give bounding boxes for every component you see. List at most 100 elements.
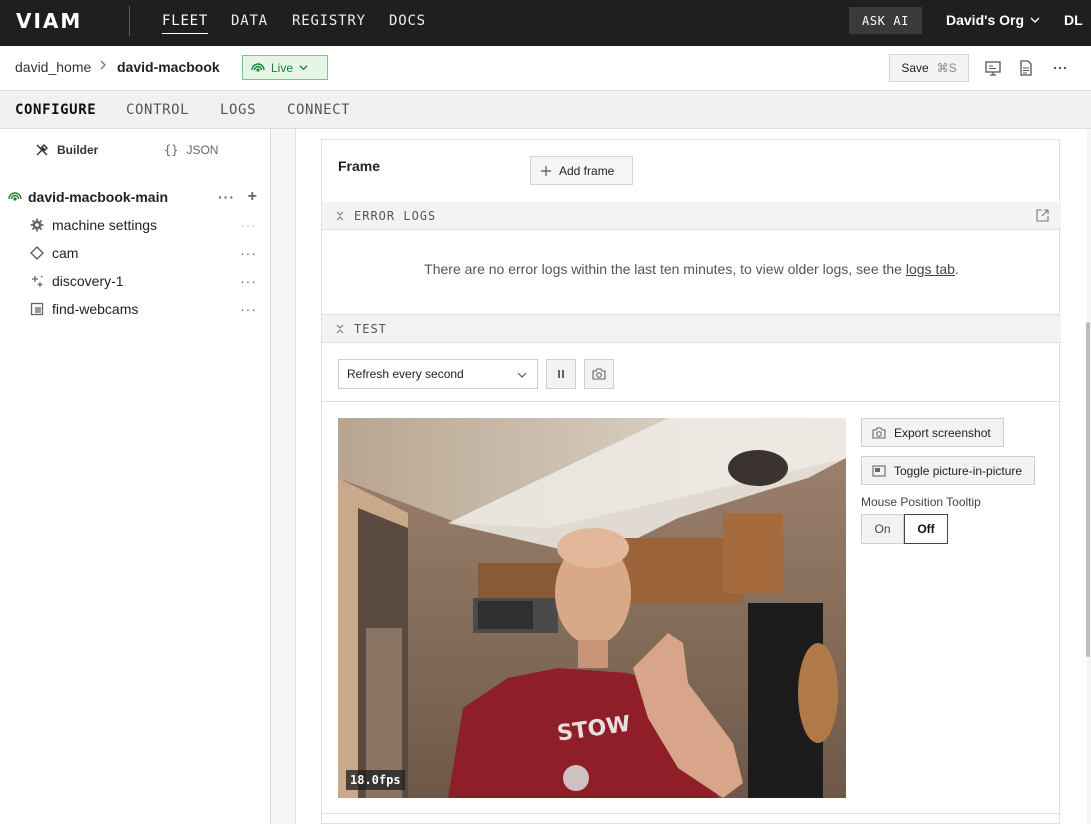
sidebar-item-label: machine settings — [52, 217, 158, 233]
collapse-icon — [336, 211, 344, 220]
sparkle-icon — [32, 275, 43, 287]
error-logs-title: ERROR LOGS — [354, 208, 437, 223]
camera-image: STOW — [338, 418, 846, 798]
nav-link-docs[interactable]: DOCS — [389, 13, 426, 29]
nav-divider — [129, 6, 130, 36]
nav-link-data[interactable]: DATA — [231, 13, 268, 29]
pause-icon — [558, 370, 564, 378]
part-name: david-macbook-main — [28, 189, 169, 205]
divider — [322, 401, 1061, 402]
machine-header: david_home david-macbook Live Save ⌘S — [0, 46, 1091, 91]
org-name: David's Org — [946, 12, 1025, 28]
error-logs-message: There are no error logs within the last … — [322, 261, 1061, 277]
tooltip-off-option[interactable]: Off — [904, 514, 948, 544]
chevron-down-icon — [299, 65, 308, 71]
org-selector[interactable]: David's Org — [946, 12, 1040, 28]
nav-link-registry[interactable]: REGISTRY — [292, 13, 366, 29]
signal-icon — [251, 62, 265, 72]
breadcrumb-machine: david-macbook — [117, 59, 220, 75]
camera-stream[interactable]: STOW 18.0fps — [338, 418, 846, 798]
fps-counter: 18.0fps — [346, 770, 405, 790]
logs-tab-link[interactable]: logs tab — [906, 261, 955, 277]
monitor-icon[interactable] — [984, 59, 1002, 77]
resource-panel: Frame Add frame ERROR LOGS There are no … — [295, 129, 1087, 824]
error-logs-end: . — [954, 261, 959, 277]
frame-section: Frame Add frame — [321, 139, 1060, 202]
tab-connect[interactable]: CONNECT — [287, 102, 350, 118]
live-status-dropdown[interactable]: Live — [242, 55, 328, 80]
ask-ai-button[interactable]: ASK AI — [849, 7, 922, 34]
item-more-icon[interactable]: ··· — [240, 301, 257, 317]
part-more-icon[interactable]: ··· — [218, 189, 235, 205]
user-avatar[interactable]: DL — [1064, 12, 1083, 28]
item-more-icon[interactable]: ··· — [240, 245, 257, 261]
camera-icon — [872, 426, 886, 439]
sidebar-item-cam[interactable]: cam ··· — [30, 243, 263, 263]
gear-icon — [30, 218, 44, 232]
tab-configure[interactable]: CONFIGURE — [15, 102, 96, 118]
save-label: Save — [901, 61, 929, 75]
pause-button[interactable] — [546, 359, 576, 389]
item-more-icon[interactable]: ··· — [240, 217, 257, 233]
builder-mode-tab[interactable]: Builder — [35, 143, 98, 157]
live-status-label: Live — [271, 60, 294, 75]
external-link-icon[interactable] — [1036, 209, 1049, 222]
config-sidebar: Builder {} JSON david-macbook-main ··· +… — [0, 129, 271, 824]
breadcrumb-location[interactable]: david_home — [15, 59, 91, 75]
save-button[interactable]: Save ⌘S — [889, 54, 969, 82]
sidebar-item-machine-settings[interactable]: machine settings ··· — [30, 215, 263, 235]
more-options-icon[interactable] — [1051, 59, 1069, 77]
main-scrollbar[interactable] — [1086, 322, 1090, 657]
chevron-down-icon — [517, 372, 527, 378]
tools-icon — [36, 144, 48, 156]
snapshot-button[interactable] — [584, 359, 614, 389]
builder-label: Builder — [57, 143, 99, 157]
diamond-icon — [30, 246, 44, 260]
test-section: TEST Refresh every second STOW 18.0fps E… — [321, 315, 1061, 824]
item-more-icon[interactable]: ··· — [240, 273, 257, 289]
part-root[interactable]: david-macbook-main ··· + — [8, 187, 263, 207]
error-logs-text: There are no error logs within the last … — [424, 261, 902, 277]
toggle-pip-label: Toggle picture-in-picture — [894, 463, 1023, 478]
plus-icon — [541, 165, 551, 176]
add-frame-label: Add frame — [559, 163, 615, 178]
camera-icon — [592, 368, 606, 380]
sidebar-item-label: discovery-1 — [52, 273, 124, 289]
mouse-tooltip-label: Mouse Position Tooltip — [861, 495, 981, 509]
sidebar-item-discovery-1[interactable]: discovery-1 ··· — [30, 271, 263, 291]
tooltip-on-option[interactable]: On — [861, 514, 904, 544]
mouse-tooltip-toggle: On Off — [861, 514, 948, 544]
test-header[interactable]: TEST — [322, 315, 1061, 343]
collapse-icon — [336, 324, 344, 333]
picture-in-picture-icon — [872, 464, 886, 477]
tab-control[interactable]: CONTROL — [126, 102, 189, 118]
sidebar-item-label: cam — [52, 245, 79, 261]
sidebar-item-find-webcams[interactable]: find-webcams ··· — [30, 299, 263, 319]
tab-logs[interactable]: LOGS — [220, 102, 256, 118]
export-screenshot-label: Export screenshot — [894, 425, 991, 440]
braces-icon: {} — [164, 143, 179, 157]
sidebar-item-label: find-webcams — [52, 301, 139, 317]
main-content: Frame Add frame ERROR LOGS There are no … — [271, 129, 1091, 824]
chevron-down-icon — [1030, 17, 1040, 23]
error-logs-header[interactable]: ERROR LOGS — [322, 202, 1061, 230]
add-resource-icon[interactable]: + — [248, 188, 257, 206]
add-frame-button[interactable]: Add frame — [530, 156, 633, 185]
breadcrumb-chevron-icon — [99, 58, 107, 74]
divider — [322, 813, 1061, 814]
svg-text:VIAM: VIAM — [16, 12, 82, 30]
top-nav: VIAM FLEET DATA REGISTRY DOCS ASK AI Dav… — [0, 0, 1091, 46]
machine-tabs: CONFIGURE CONTROL LOGS CONNECT — [0, 91, 1091, 129]
nav-link-fleet[interactable]: FLEET — [162, 13, 209, 34]
viam-logo[interactable]: VIAM — [16, 12, 98, 30]
signal-icon — [8, 192, 22, 201]
refresh-rate-select[interactable]: Refresh every second — [338, 359, 538, 389]
document-icon[interactable] — [1017, 59, 1035, 77]
toggle-pip-button[interactable]: Toggle picture-in-picture — [861, 456, 1036, 485]
refresh-rate-value: Refresh every second — [347, 367, 464, 381]
save-shortcut: ⌘S — [936, 61, 957, 75]
export-screenshot-button[interactable]: Export screenshot — [861, 418, 1004, 447]
module-icon — [30, 302, 44, 316]
json-mode-tab[interactable]: {} JSON — [164, 143, 218, 157]
json-label: JSON — [186, 143, 219, 157]
